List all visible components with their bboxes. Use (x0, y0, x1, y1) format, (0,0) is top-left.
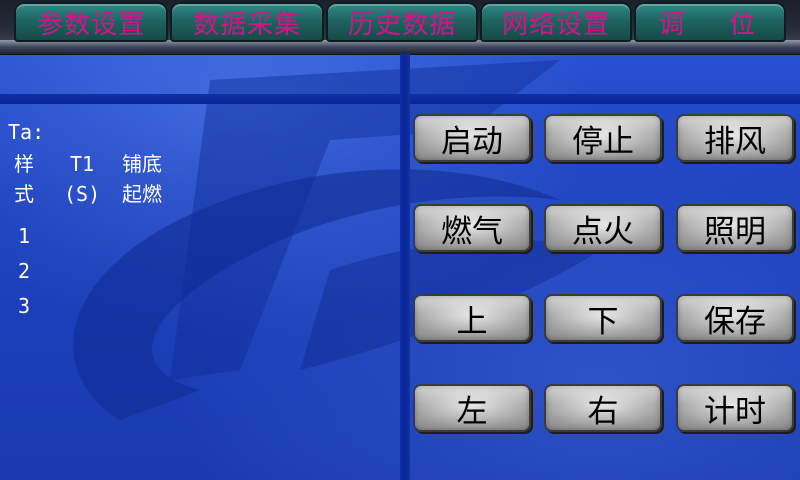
tab-history-data[interactable]: 历史数据 (326, 2, 478, 42)
col-header-ignite-line2: 起燃 (122, 182, 162, 206)
up-button[interactable]: 上 (413, 294, 531, 342)
gas-button[interactable]: 燃气 (413, 204, 531, 252)
right-button[interactable]: 右 (544, 384, 662, 432)
horizontal-divider-left (0, 94, 400, 104)
tab-network-settings[interactable]: 网络设置 (480, 2, 632, 42)
tab-data-acquisition[interactable]: 数据采集 (170, 2, 324, 42)
tab-label: 参数设置 (36, 9, 145, 40)
tab-parameter-settings[interactable]: 参数设置 (14, 2, 168, 42)
horizontal-divider-right (410, 94, 800, 104)
vertical-divider (400, 54, 410, 480)
tab-label-right: 位 (728, 9, 756, 40)
ignite-button[interactable]: 点火 (544, 204, 662, 252)
tab-calibration[interactable]: 调 位 (634, 2, 786, 42)
timer-button[interactable]: 计时 (676, 384, 794, 432)
save-button[interactable]: 保存 (676, 294, 794, 342)
col-header-sample-line1: 样 (14, 152, 34, 176)
left-button[interactable]: 左 (413, 384, 531, 432)
row-label: 1 (18, 224, 31, 248)
tab-bar: 参数设置 数据采集 历史数据 网络设置 调 位 (0, 0, 800, 55)
ta-label: Ta: (8, 120, 45, 144)
row-label: 2 (18, 259, 31, 283)
col-header-ignite-line1: 铺底 (122, 152, 162, 176)
col-header-t1-line2: (S) (64, 182, 101, 206)
col-header-sample-line2: 式 (14, 182, 34, 206)
screen: 参数设置 数据采集 历史数据 网络设置 调 位 Ta: 样 式 T1 (S) 铺… (0, 0, 800, 480)
tab-bar-edge (0, 40, 800, 55)
tab-label: 网络设置 (501, 9, 610, 40)
exhaust-button[interactable]: 排风 (676, 114, 794, 162)
tab-label: 历史数据 (347, 9, 456, 40)
start-button[interactable]: 启动 (413, 114, 531, 162)
tab-label-left: 调 (658, 9, 686, 40)
light-button[interactable]: 照明 (676, 204, 794, 252)
col-header-t1-line1: T1 (70, 152, 95, 176)
row-label: 3 (18, 294, 31, 318)
stop-button[interactable]: 停止 (544, 114, 662, 162)
tab-label: 数据采集 (192, 9, 301, 40)
down-button[interactable]: 下 (544, 294, 662, 342)
